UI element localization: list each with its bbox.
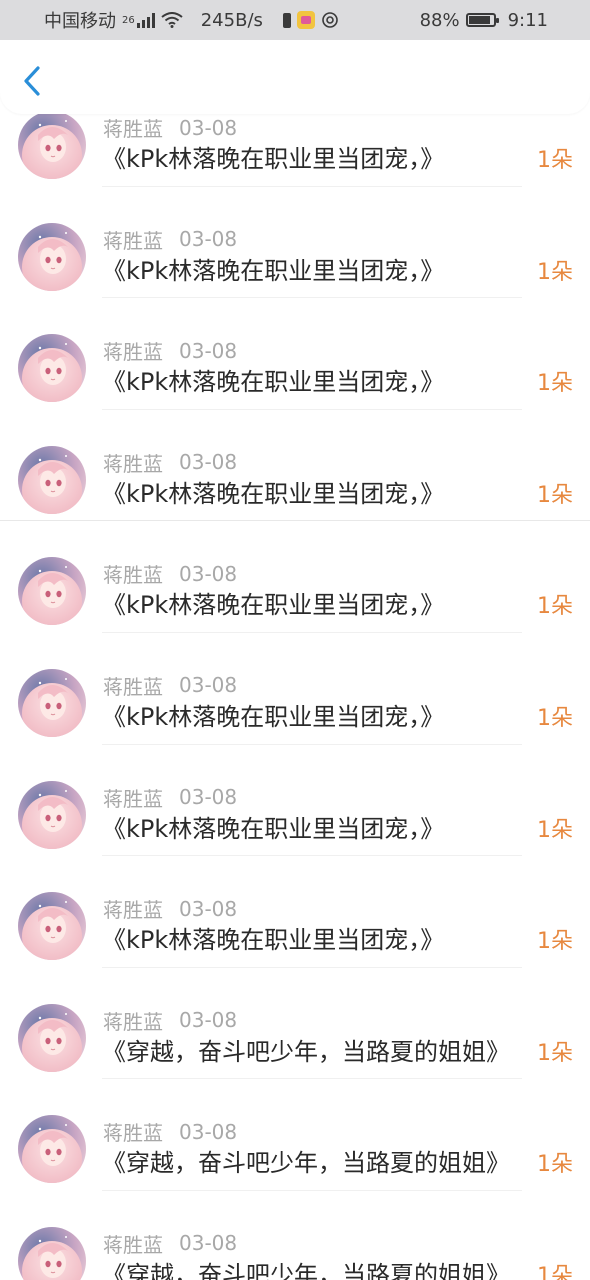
list-item[interactable]: 蒋胜蓝 03-08 《穿越，奋斗吧少年，当路夏的姐姐》 1朵 [0, 1191, 590, 1280]
book-title: 《kPk林落晚在职业里当团宠，》 [102, 479, 445, 508]
list-item[interactable]: 蒋胜蓝 03-08 《穿越，奋斗吧少年，当路夏的姐姐》 1朵 [0, 1079, 590, 1191]
item-meta: 蒋胜蓝 03-08 [103, 559, 237, 588]
chevron-left-icon[interactable] [18, 64, 48, 98]
user-name: 蒋胜蓝 [103, 228, 163, 253]
item-date: 03-08 [179, 1231, 238, 1256]
status-bar: 中国移动 26 245B/s 88% 9:11 [0, 0, 590, 40]
wifi-icon [161, 12, 183, 28]
signal-icon [136, 12, 155, 28]
gift-amount: 1朵 [537, 705, 573, 731]
item-meta: 蒋胜蓝 03-08 [103, 1229, 237, 1258]
gift-amount: 1朵 [537, 1040, 573, 1066]
gift-amount: 1朵 [537, 817, 573, 843]
book-title: 《kPk林落晚在职业里当团宠，》 [102, 702, 445, 731]
item-meta: 蒋胜蓝 03-08 [103, 448, 237, 477]
item-date: 03-08 [179, 115, 238, 140]
screen: 中国移动 26 245B/s 88% 9:11 蒋胜蓝 03-08 《kPk林落… [0, 0, 590, 1280]
avatar[interactable] [18, 668, 86, 737]
list-item[interactable]: 蒋胜蓝 03-08 《kPk林落晚在职业里当团宠，》 1朵 [0, 187, 590, 299]
network-speed: 245B/s [200, 9, 263, 31]
list-item[interactable]: 蒋胜蓝 03-08 《kPk林落晚在职业里当团宠，》 1朵 [0, 745, 590, 857]
battery-percent: 88% [419, 9, 460, 31]
item-meta: 蒋胜蓝 03-08 [103, 783, 237, 812]
item-date: 03-08 [179, 785, 238, 810]
item-date: 03-08 [179, 1008, 238, 1033]
avatar[interactable] [18, 892, 86, 961]
battery-icon [465, 13, 499, 27]
book-title: 《kPk林落晚在职业里当团宠，》 [102, 926, 445, 955]
item-date: 03-08 [179, 561, 238, 586]
item-meta: 蒋胜蓝 03-08 [103, 336, 237, 365]
user-name: 蒋胜蓝 [103, 786, 163, 811]
book-title: 《kPk林落晚在职业里当团宠，》 [102, 814, 445, 843]
gift-app-icon [296, 11, 315, 29]
avatar[interactable] [18, 222, 86, 291]
item-meta: 蒋胜蓝 03-08 [103, 671, 237, 700]
avatar[interactable] [18, 780, 86, 849]
item-meta: 蒋胜蓝 03-08 [103, 1006, 237, 1035]
gift-amount: 1朵 [537, 1152, 573, 1178]
avatar[interactable] [18, 445, 86, 514]
avatar[interactable] [18, 334, 86, 403]
carrier-label: 中国移动 [44, 11, 116, 32]
avatar[interactable] [18, 111, 86, 179]
gift-amount: 1朵 [537, 371, 573, 397]
item-date: 03-08 [179, 338, 238, 363]
item-meta: 蒋胜蓝 03-08 [103, 894, 237, 923]
book-title: 《kPk林落晚在职业里当团宠，》 [102, 591, 445, 620]
book-title: 《穿越，奋斗吧少年，当路夏的姐姐》 [102, 1260, 510, 1280]
avatar[interactable] [18, 1003, 86, 1072]
list-item[interactable]: 蒋胜蓝 03-08 《穿越，奋斗吧少年，当路夏的姐姐》 1朵 [0, 968, 590, 1080]
user-name: 蒋胜蓝 [103, 674, 163, 699]
user-name: 蒋胜蓝 [103, 563, 163, 588]
item-date: 03-08 [179, 1119, 238, 1144]
gift-amount: 1朵 [537, 594, 573, 620]
book-title: 《kPk林落晚在职业里当团宠，》 [102, 368, 445, 397]
item-date: 03-08 [179, 450, 238, 475]
item-meta: 蒋胜蓝 03-08 [103, 225, 237, 254]
list-item[interactable]: 蒋胜蓝 03-08 《kPk林落晚在职业里当团宠，》 1朵 [0, 410, 590, 522]
avatar[interactable] [18, 1115, 86, 1184]
notification-icon [322, 12, 338, 28]
item-date: 03-08 [179, 673, 238, 698]
book-title: 《穿越，奋斗吧少年，当路夏的姐姐》 [102, 1037, 510, 1066]
user-name: 蒋胜蓝 [103, 340, 163, 365]
gift-amount: 1朵 [537, 1263, 573, 1280]
item-meta: 蒋胜蓝 03-08 [103, 1117, 237, 1146]
book-title: 《穿越，奋斗吧少年，当路夏的姐姐》 [102, 1149, 510, 1178]
list-item[interactable]: 蒋胜蓝 03-08 《kPk林落晚在职业里当团宠，》 1朵 [0, 521, 590, 633]
battery-saver-icon [282, 12, 291, 28]
book-title: 《kPk林落晚在职业里当团宠，》 [102, 256, 445, 285]
gift-amount: 1朵 [537, 929, 573, 955]
list-item[interactable]: 蒋胜蓝 03-08 《kPk林落晚在职业里当团宠，》 1朵 [0, 298, 590, 410]
user-name: 蒋胜蓝 [103, 898, 163, 923]
book-title: 《kPk林落晚在职业里当团宠，》 [102, 145, 445, 173]
list-item[interactable]: 蒋胜蓝 03-08 《kPk林落晚在职业里当团宠，》 1朵 [0, 856, 590, 968]
user-name: 蒋胜蓝 [103, 1232, 163, 1257]
user-name: 蒋胜蓝 [103, 1009, 163, 1034]
gift-amount: 1朵 [537, 482, 573, 508]
item-meta: 蒋胜蓝 03-08 [103, 113, 237, 142]
gift-amount: 1朵 [537, 259, 573, 285]
clock: 9:11 [507, 9, 548, 31]
gift-amount: 1朵 [537, 148, 573, 173]
avatar[interactable] [18, 1226, 86, 1280]
item-date: 03-08 [179, 227, 238, 252]
user-name: 蒋胜蓝 [103, 451, 163, 476]
header-bar [0, 40, 590, 114]
avatar[interactable] [18, 557, 86, 626]
user-name: 蒋胜蓝 [103, 117, 163, 141]
user-name: 蒋胜蓝 [103, 1121, 163, 1146]
network-label: 26 [122, 15, 135, 26]
gift-record-list[interactable]: 蒋胜蓝 03-08 《kPk林落晚在职业里当团宠，》 1朵 蒋胜蓝 03-08 … [0, 75, 590, 1280]
list-item[interactable]: 蒋胜蓝 03-08 《kPk林落晚在职业里当团宠，》 1朵 [0, 633, 590, 745]
item-date: 03-08 [179, 896, 238, 921]
